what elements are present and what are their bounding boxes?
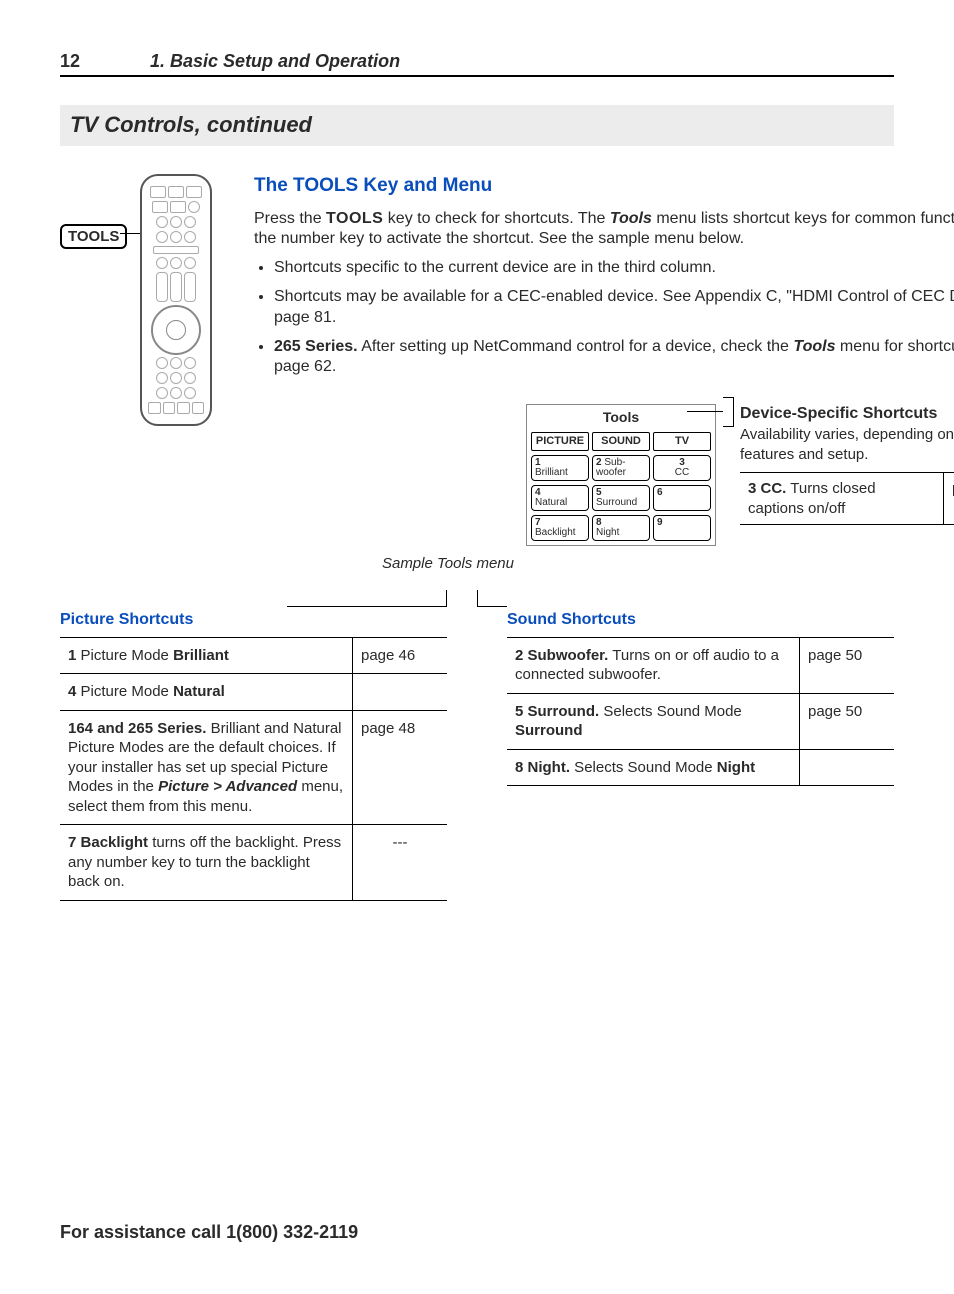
subheading: The TOOLS Key and Menu bbox=[254, 174, 954, 199]
page-header: 12 1. Basic Setup and Operation bbox=[60, 50, 894, 77]
page-ref bbox=[353, 674, 448, 711]
chapter-title: 1. Basic Setup and Operation bbox=[150, 50, 400, 73]
sound-shortcuts-table: 2 Subwoofer. Turns on or off audio to a … bbox=[507, 638, 894, 787]
tools-menu-word: Tools bbox=[610, 210, 652, 227]
table-cell: 3 CC. Turns closed captions on/off bbox=[740, 473, 944, 525]
menu-cell: 5Surround bbox=[592, 485, 650, 511]
sound-shortcuts-block: Sound Shortcuts 2 Subwoofer. Turns on or… bbox=[507, 610, 894, 901]
tools-menu-title: Tools bbox=[527, 405, 715, 432]
intro-text: key to check for shortcuts. The bbox=[383, 210, 609, 227]
section-title: TV Controls, continued bbox=[60, 105, 894, 146]
device-shortcuts-block: Device-Specific Shortcuts Availability v… bbox=[740, 404, 954, 525]
assistance-footer: For assistance call 1(800) 332-2119 bbox=[60, 1221, 894, 1244]
page-ref: page 48 bbox=[353, 710, 448, 825]
menu-cell: 7Backlight bbox=[531, 515, 589, 541]
remote-illustration: TOOLS bbox=[60, 174, 230, 574]
intro-paragraph: Press the TOOLS key to check for shortcu… bbox=[254, 209, 954, 251]
series-label: 265 Series. bbox=[274, 338, 358, 355]
menu-col-tv: TV bbox=[653, 432, 711, 450]
page-number: 12 bbox=[60, 50, 150, 73]
table-row: 8 Night. Selects Sound Mode Night bbox=[507, 749, 894, 786]
table-row: 1 Picture Mode Brilliant page 46 bbox=[60, 638, 447, 674]
menu-cell: 9 bbox=[653, 515, 711, 541]
device-shortcuts-table: 3 CC. Turns closed captions on/off page … bbox=[740, 472, 954, 525]
menu-cell: 1Brilliant bbox=[531, 455, 589, 481]
table-row: 5 Surround. Selects Sound Mode Surround … bbox=[507, 693, 894, 749]
page-ref: page 46 bbox=[353, 638, 448, 674]
device-shortcuts-sub: Availability varies, depending on equipm… bbox=[740, 425, 954, 464]
table-row: 4 Picture Mode Natural bbox=[60, 674, 447, 711]
tools-key-word: TOOLS bbox=[326, 210, 383, 227]
bullet-item: Shortcuts may be available for a CEC-ena… bbox=[274, 287, 954, 329]
sound-shortcuts-heading: Sound Shortcuts bbox=[507, 610, 894, 638]
bullet-text: After setting up NetCommand control for … bbox=[358, 338, 794, 355]
menu-col-sound: SOUND bbox=[592, 432, 650, 450]
table-row: 7 Backlight turns off the backlight. Pre… bbox=[60, 825, 447, 901]
intro-text: Press the bbox=[254, 210, 326, 227]
picture-shortcuts-block: Picture Shortcuts 1 Picture Mode Brillia… bbox=[60, 610, 447, 901]
menu-cell: 2 Sub- woofer bbox=[592, 455, 650, 481]
page-ref bbox=[800, 749, 895, 786]
menu-cell: 8Night bbox=[592, 515, 650, 541]
picture-shortcuts-table: 1 Picture Mode Brilliant page 46 4 Pictu… bbox=[60, 638, 447, 901]
table-row: 164 and 265 Series. Brilliant and Natura… bbox=[60, 710, 447, 825]
tools-key-label: TOOLS bbox=[60, 224, 127, 250]
device-shortcuts-heading: Device-Specific Shortcuts bbox=[740, 404, 954, 425]
menu-cell: 6 bbox=[653, 485, 711, 511]
page-ref: page 51 bbox=[944, 473, 954, 525]
page-ref: page 50 bbox=[800, 638, 895, 694]
tools-menu-diagram: Tools PICTURE SOUND TV 1Brilliant 2 Sub-… bbox=[526, 404, 716, 545]
menu-col-picture: PICTURE bbox=[531, 432, 589, 450]
bullet-item: 265 Series. After setting up NetCommand … bbox=[274, 337, 954, 379]
page-ref: page 50 bbox=[800, 693, 895, 749]
table-row: 2 Subwoofer. Turns on or off audio to a … bbox=[507, 638, 894, 694]
bullet-list: Shortcuts specific to the current device… bbox=[274, 258, 954, 378]
bullet-item: Shortcuts specific to the current device… bbox=[274, 258, 954, 279]
tools-menu-word: Tools bbox=[793, 338, 835, 355]
sample-menu-caption: Sample Tools menu bbox=[254, 554, 526, 574]
picture-shortcuts-heading: Picture Shortcuts bbox=[60, 610, 447, 638]
page-ref: --- bbox=[353, 825, 448, 901]
menu-cell: 4Natural bbox=[531, 485, 589, 511]
menu-cell: 3CC bbox=[653, 455, 711, 481]
